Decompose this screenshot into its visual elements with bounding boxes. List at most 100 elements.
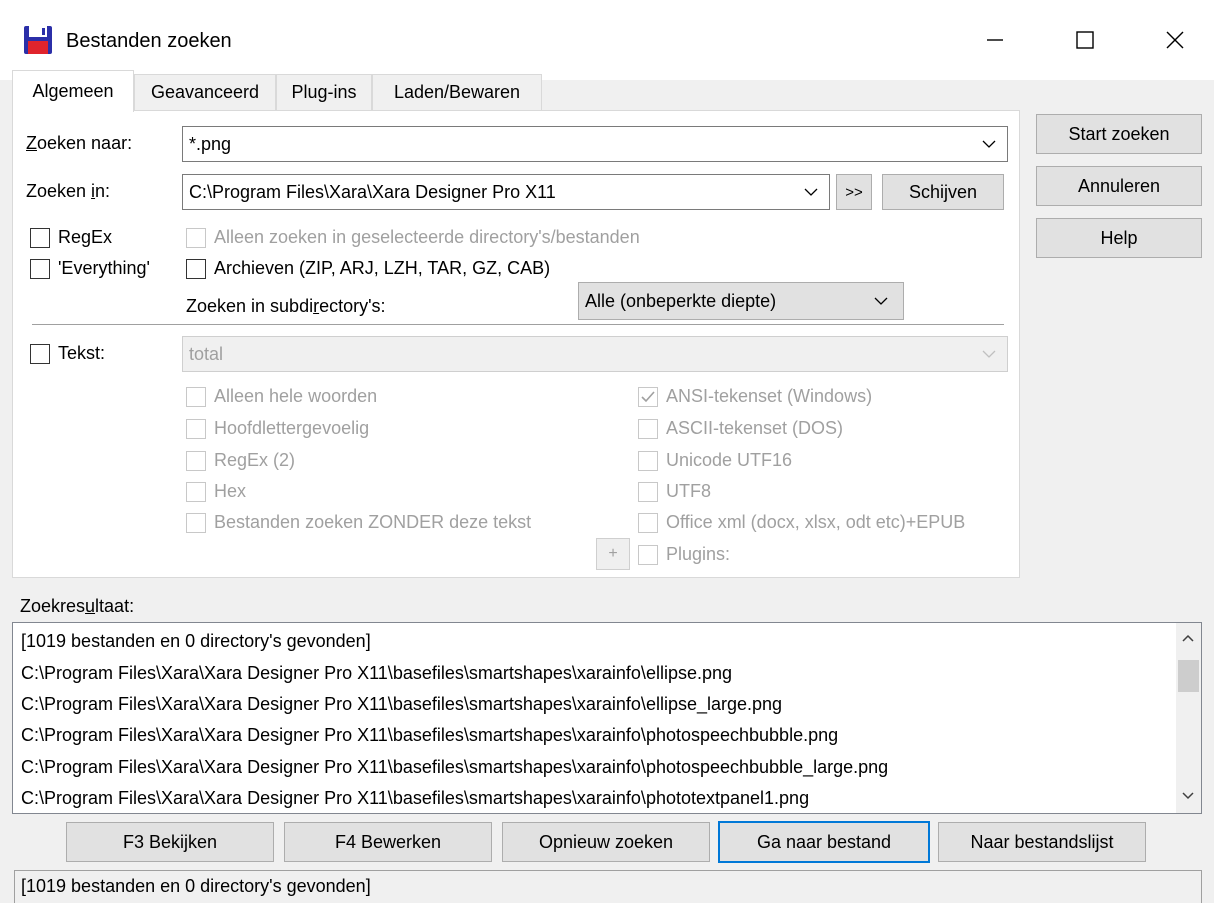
utf8-label: UTF8 <box>666 481 711 501</box>
text-label: Tekst: <box>58 343 106 363</box>
tab-laden-bewaren[interactable]: Laden/Bewaren <box>372 74 542 110</box>
regex2-label: RegEx (2) <box>214 450 296 470</box>
tab-label: Laden/Bewaren <box>393 82 521 102</box>
minimize-icon <box>987 39 1003 41</box>
add-plugin-button[interactable]: + <box>596 538 630 570</box>
new-search-button[interactable]: Opnieuw zoeken <box>502 822 710 862</box>
only-selected-checkbox[interactable] <box>186 228 206 248</box>
case-sensitive-checkbox[interactable] <box>186 419 206 439</box>
ansi-label: ANSI-tekenset (Windows) <box>666 386 873 406</box>
tab-geavanceerd[interactable]: Geavanceerd <box>134 74 276 110</box>
whole-words-label: Alleen hele woorden <box>214 386 378 406</box>
search-in-combobox[interactable]: C:\Program Files\Xara\Xara Designer Pro … <box>182 174 830 210</box>
text-search-combobox[interactable]: total <box>182 336 1008 372</box>
status-text: [1019 bestanden en 0 directory's gevonde… <box>21 876 371 896</box>
divider <box>32 324 1004 326</box>
chevron-down-icon <box>982 350 996 358</box>
results-label: Zoekresultaat: <box>20 596 135 616</box>
search-for-combobox[interactable]: *.png <box>182 126 1008 162</box>
ascii-checkbox[interactable] <box>638 419 658 439</box>
everything-label: 'Everything' <box>58 258 150 278</box>
search-in-value: C:\Program Files\Xara\Xara Designer Pro … <box>189 181 556 202</box>
drives-button[interactable]: Schijven <box>882 174 1004 210</box>
cancel-label: Annuleren <box>1077 175 1161 196</box>
everything-checkbox[interactable] <box>30 259 50 279</box>
cancel-button[interactable]: Annuleren <box>1036 166 1202 206</box>
chevron-down-icon <box>874 297 888 305</box>
browse-button[interactable]: >> <box>836 174 872 210</box>
text-checkbox[interactable] <box>30 344 50 364</box>
browse-button-label: >> <box>845 183 863 201</box>
tab-algemeen[interactable]: Algemeen <box>12 70 134 112</box>
tab-label: Plug-ins <box>291 82 357 102</box>
tab-plug-ins[interactable]: Plug-ins <box>276 74 372 110</box>
text-search-value: total <box>189 343 224 364</box>
ascii-label: ASCII-tekenset (DOS) <box>666 418 844 438</box>
view-button[interactable]: F3 Bekijken <box>66 822 274 862</box>
close-button[interactable] <box>1130 0 1214 80</box>
whole-words-checkbox[interactable] <box>186 387 206 407</box>
minimize-button[interactable] <box>950 0 1040 80</box>
list-item[interactable]: [1019 bestanden en 0 directory's gevonde… <box>21 631 371 652</box>
subdirs-label: Zoeken in subdirectory's: <box>186 296 386 316</box>
search-for-label: Zoeken naar: <box>26 133 133 153</box>
edit-label: F4 Bewerken <box>334 831 442 852</box>
window-title: Bestanden zoeken <box>66 30 232 52</box>
without-text-checkbox[interactable] <box>186 513 206 533</box>
list-item[interactable]: C:\Program Files\Xara\Xara Designer Pro … <box>21 788 809 809</box>
chevron-down-icon <box>804 188 818 196</box>
search-for-value: *.png <box>189 133 232 154</box>
archives-label: Archieven (ZIP, ARJ, LZH, TAR, GZ, CAB) <box>214 258 551 278</box>
list-item[interactable]: C:\Program Files\Xara\Xara Designer Pro … <box>21 725 838 746</box>
subdirs-value: Alle (onbeperkte diepte) <box>585 290 777 311</box>
view-label: F3 Bekijken <box>122 831 218 852</box>
tab-label: Geavanceerd <box>150 82 260 102</box>
checkmark-icon <box>641 391 655 403</box>
vertical-scrollbar[interactable] <box>1176 623 1201 813</box>
list-item[interactable]: C:\Program Files\Xara\Xara Designer Pro … <box>21 694 782 715</box>
utf8-checkbox[interactable] <box>638 482 658 502</box>
hex-label: Hex <box>214 481 247 501</box>
goto-file-button[interactable]: Ga naar bestand <box>718 821 930 863</box>
without-text-label: Bestanden zoeken ZONDER deze tekst <box>214 512 532 532</box>
scrollbar-thumb[interactable] <box>1178 660 1199 692</box>
search-in-label: Zoeken in: <box>26 181 111 201</box>
regex-checkbox[interactable] <box>30 228 50 248</box>
regex2-checkbox[interactable] <box>186 451 206 471</box>
scroll-down-icon[interactable] <box>1180 788 1196 809</box>
list-item[interactable]: C:\Program Files\Xara\Xara Designer Pro … <box>21 663 732 684</box>
plugins-label: Plugins: <box>666 544 731 564</box>
start-search-button[interactable]: Start zoeken <box>1036 114 1202 154</box>
only-selected-label: Alleen zoeken in geselecteerde directory… <box>214 227 640 247</box>
case-sensitive-label: Hoofdlettergevoelig <box>214 418 370 438</box>
maximize-icon <box>1076 31 1094 49</box>
subdirs-dropdown[interactable]: Alle (onbeperkte diepte) <box>578 282 904 320</box>
status-bar: [1019 bestanden en 0 directory's gevonde… <box>14 870 1202 903</box>
ansi-checkbox[interactable] <box>638 387 658 407</box>
utf16-label: Unicode UTF16 <box>666 450 793 470</box>
scroll-up-icon[interactable] <box>1180 630 1196 651</box>
archives-checkbox[interactable] <box>186 259 206 279</box>
list-item[interactable]: C:\Program Files\Xara\Xara Designer Pro … <box>21 757 888 778</box>
help-button[interactable]: Help <box>1036 218 1202 258</box>
office-xml-label: Office xml (docx, xlsx, odt etc)+EPUB <box>666 512 966 532</box>
new-search-label: Opnieuw zoeken <box>538 831 674 852</box>
maximize-button[interactable] <box>1040 0 1130 80</box>
chevron-down-icon <box>982 140 996 148</box>
goto-file-label: Ga naar bestand <box>756 831 892 852</box>
office-xml-checkbox[interactable] <box>638 513 658 533</box>
utf16-checkbox[interactable] <box>638 451 658 471</box>
add-plugin-label: + <box>608 545 618 562</box>
to-filelist-label: Naar bestandslijst <box>970 831 1114 852</box>
to-filelist-button[interactable]: Naar bestandslijst <box>938 822 1146 862</box>
drives-button-label: Schijven <box>908 181 978 202</box>
help-label: Help <box>1100 227 1138 248</box>
results-list[interactable]: [1019 bestanden en 0 directory's gevonde… <box>12 622 1202 814</box>
close-icon <box>1166 31 1184 49</box>
edit-button[interactable]: F4 Bewerken <box>284 822 492 862</box>
tab-label: Algemeen <box>32 81 114 101</box>
regex-label: RegEx <box>58 227 113 247</box>
plugins-checkbox[interactable] <box>638 545 658 565</box>
start-search-label: Start zoeken <box>1068 123 1170 144</box>
hex-checkbox[interactable] <box>186 482 206 502</box>
